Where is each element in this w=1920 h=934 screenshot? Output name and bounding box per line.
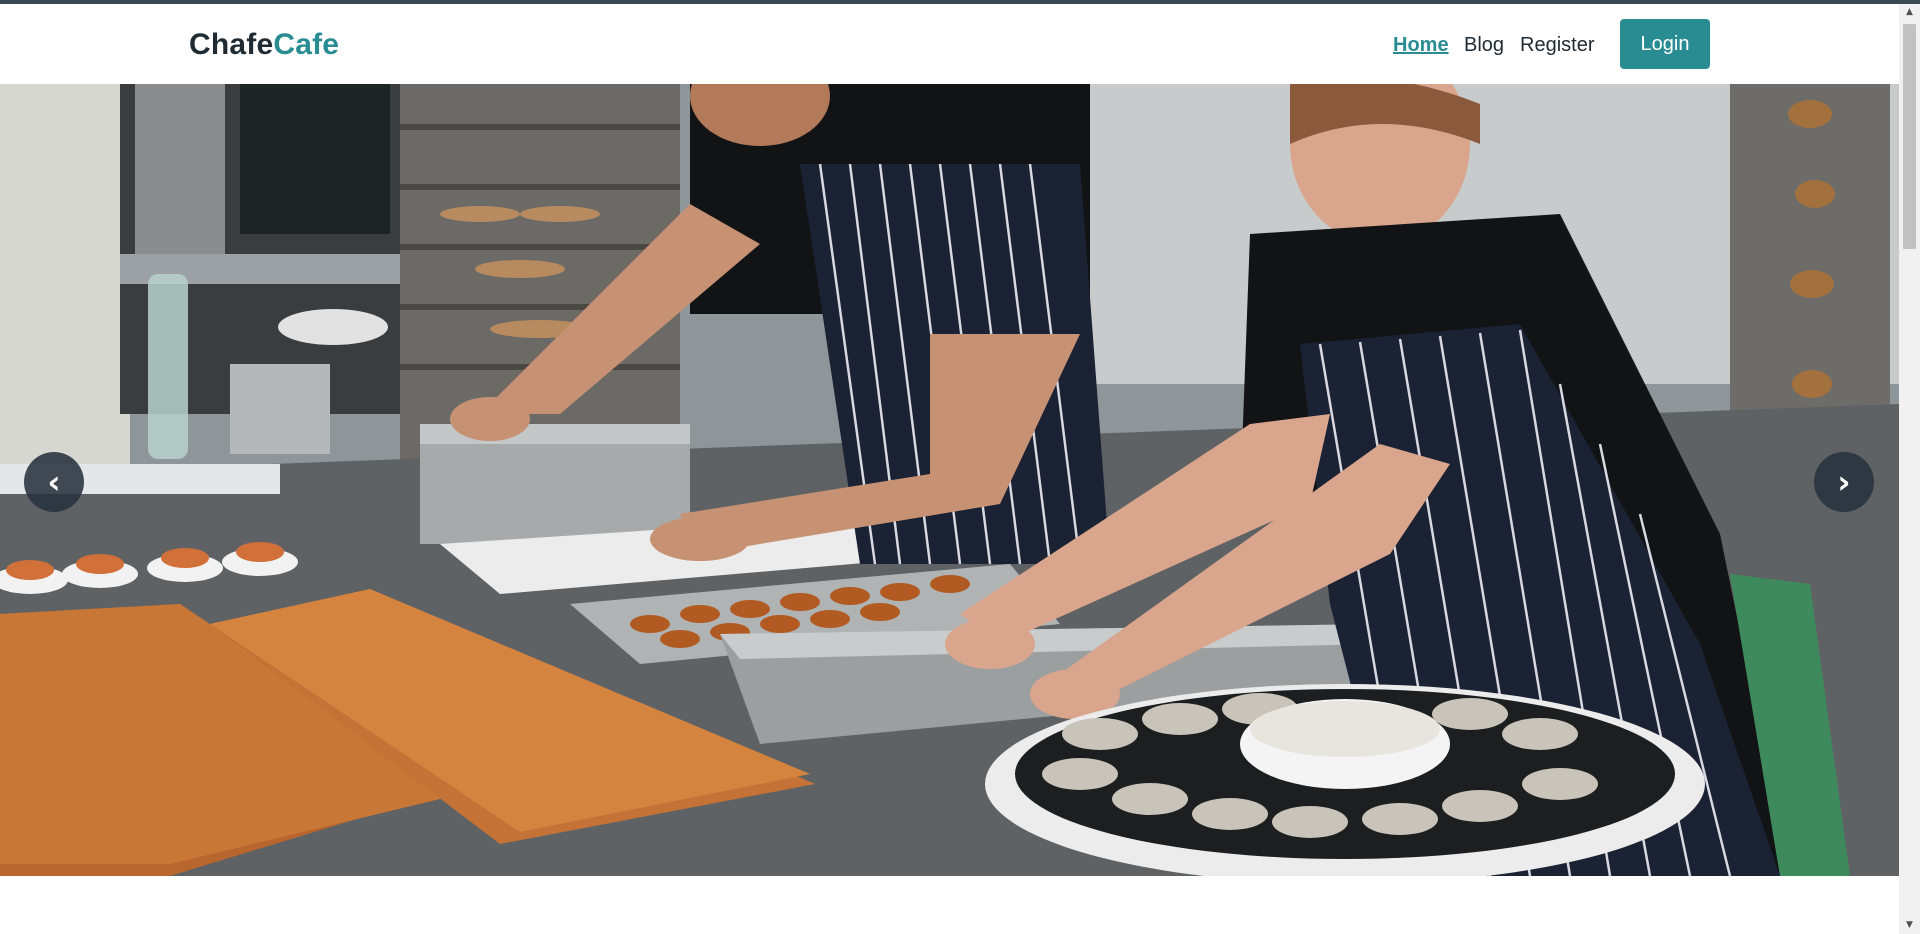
nav-link-blog[interactable]: Blog [1464,32,1504,58]
hero-carousel: ‹ › [0,84,1899,876]
carousel-prev-button[interactable]: ‹ [24,452,84,512]
brand-name-part1: Chafe [189,28,274,61]
brand-name-part2: Cafe [273,28,340,61]
carousel-next-button[interactable]: › [1814,452,1874,512]
navbar: ChafeCafe Home Blog Register Login [0,4,1899,84]
brand-logo[interactable]: ChafeCafe [189,26,339,64]
scroll-up-arrow-icon[interactable]: ▲ [1899,4,1920,21]
scrollbar-thumb[interactable] [1903,24,1916,249]
login-button[interactable]: Login [1620,19,1710,69]
page: ChafeCafe Home Blog Register Login ‹ › [0,4,1899,934]
scroll-down-arrow-icon[interactable]: ▼ [1899,917,1920,934]
hero-image [0,84,1899,876]
nav-link-register[interactable]: Register [1520,32,1594,58]
nav-link-home[interactable]: Home [1393,32,1449,58]
vertical-scrollbar[interactable]: ▲ ▼ [1899,4,1920,934]
